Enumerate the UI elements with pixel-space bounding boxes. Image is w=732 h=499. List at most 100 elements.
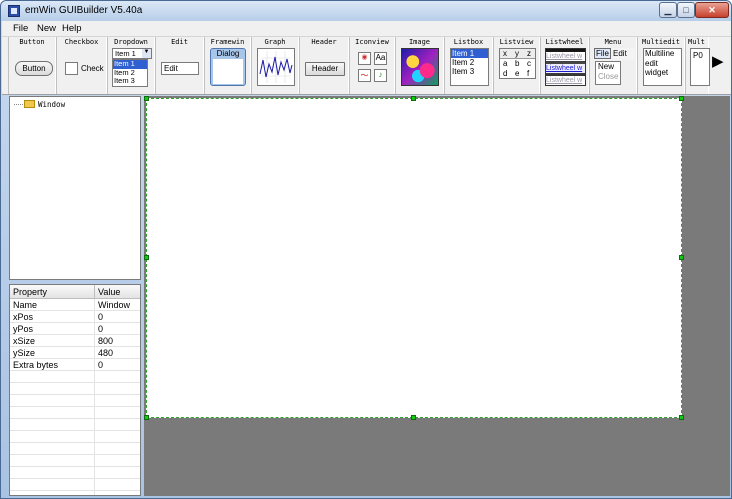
close-button[interactable]: ✕ [695, 2, 729, 18]
listbox-demo-item: Item 1 [451, 49, 488, 58]
property-row[interactable]: xSize 800 [10, 335, 140, 347]
property-row[interactable]: yPos 0 [10, 323, 140, 335]
tool-multiedit[interactable]: Multiedit Multiline edit widget [637, 37, 685, 94]
header-demo: Header [305, 62, 345, 76]
title-bar: emWin GUIBuilder V5.40a ▁ □ ✕ [1, 1, 731, 21]
property-row-empty [10, 443, 140, 455]
property-value[interactable]: 800 [98, 336, 113, 346]
tool-dropdown[interactable]: Dropdown Item 1 ▼ Item 1 Item 2 Item 3 [107, 37, 155, 94]
listview-demo-cell: f [527, 69, 530, 78]
menu-help[interactable]: Help [62, 23, 82, 34]
window-title: emWin GUIBuilder V5.40a [25, 5, 143, 16]
multiedit-demo: Multiline edit widget [643, 48, 682, 86]
tool-label-image: Image [408, 38, 431, 46]
browser-icon: ◉ [358, 52, 371, 65]
tool-listbox[interactable]: Listbox Item 1 Item 2 Item 3 [444, 37, 493, 94]
framewin-demo: Dialog [210, 48, 246, 86]
tool-edit[interactable]: Edit Edit [155, 37, 204, 94]
property-row-empty [10, 431, 140, 443]
multiedit-demo-line: widget [645, 68, 669, 77]
menu-new[interactable]: New [37, 23, 56, 34]
column-divider [94, 285, 95, 299]
resize-handle-top-right[interactable] [679, 96, 684, 101]
listview-demo-cell: c [527, 59, 531, 68]
minimize-button[interactable]: ▁ [659, 2, 677, 18]
property-row[interactable]: Name Window [10, 299, 140, 311]
menu-demo-top: Edit [613, 49, 627, 58]
tool-multipage[interactable]: Mult P0 [685, 37, 710, 94]
tool-menu[interactable]: Menu File Edit New Close [589, 37, 637, 94]
tool-graph[interactable]: Graph [251, 37, 299, 94]
listview-demo-cell: a [503, 59, 508, 68]
value-column-header[interactable]: Value [98, 287, 120, 297]
checkbox-demo-box [65, 62, 78, 75]
menu-demo-item: New [598, 62, 615, 71]
tool-label-header: Header [311, 38, 337, 46]
tool-iconview[interactable]: Iconview ◉ Aa 〜 ♪ [349, 37, 395, 94]
property-row-empty [10, 407, 140, 419]
listview-demo-cell: z [527, 49, 531, 58]
dropdown-demo-field: Item 1 ▼ [112, 48, 152, 59]
tool-header[interactable]: Header Header [299, 37, 349, 94]
listview-demo-cell: b [515, 59, 520, 68]
edit-demo: Edit [161, 62, 199, 75]
mult-demo: P0 [690, 48, 710, 86]
widget-toolbar: Button Button Checkbox Check Dropdown It… [2, 36, 731, 95]
property-row[interactable]: Extra bytes 0 [10, 359, 140, 371]
property-value[interactable]: 0 [98, 324, 103, 334]
tool-checkbox[interactable]: Checkbox Check [56, 37, 107, 94]
menu-demo-popup: New Close [595, 61, 621, 85]
resize-handle-top-left[interactable] [144, 96, 149, 101]
tool-label-graph: Graph [264, 38, 286, 46]
property-value[interactable]: 0 [98, 360, 103, 370]
resize-handle-bottom[interactable] [411, 415, 416, 420]
tool-framewin[interactable]: Framewin Dialog [204, 37, 251, 94]
tool-listwheel[interactable]: Listwheel Listwheel w Listwheel w Listwh… [540, 37, 589, 94]
scroll-right-icon[interactable]: ▶ [712, 52, 724, 70]
tool-label-checkbox: Checkbox [64, 38, 99, 46]
resize-handle-left[interactable] [144, 255, 149, 260]
resize-handle-bottom-right[interactable] [679, 415, 684, 420]
property-row-empty [10, 395, 140, 407]
tool-label-listbox: Listbox [453, 38, 484, 46]
property-column-header[interactable]: Property [13, 287, 47, 297]
multiedit-demo-line: Multiline [645, 49, 675, 58]
tool-listview[interactable]: Listview x y z a b c d e f [493, 37, 540, 94]
property-row-empty [10, 455, 140, 467]
resize-handle-right[interactable] [679, 255, 684, 260]
tool-label-multiedit: Multiedit [642, 38, 680, 46]
tool-image[interactable]: Image [395, 37, 444, 94]
tree-item-window[interactable]: Window [38, 100, 65, 109]
property-name: yPos [13, 324, 34, 334]
listview-demo-cell: x [503, 49, 507, 58]
listview-demo-cell: y [515, 49, 519, 58]
property-name: ySize [13, 348, 36, 358]
framewin-demo-title: Dialog [216, 49, 240, 58]
chevron-down-icon: ▼ [142, 49, 151, 58]
dropdown-demo-list: Item 1 Item 2 Item 3 [112, 59, 148, 87]
maximize-button[interactable]: □ [677, 2, 695, 18]
property-row[interactable]: xPos 0 [10, 311, 140, 323]
design-canvas-window[interactable] [146, 98, 682, 418]
tool-button[interactable]: Button Button [8, 37, 56, 94]
property-value[interactable]: Window [98, 300, 130, 310]
property-name: xSize [13, 336, 36, 346]
chart-icon: 〜 [358, 69, 371, 82]
property-row-empty [10, 371, 140, 383]
property-header: Property Value [10, 285, 140, 299]
property-value[interactable]: 480 [98, 348, 113, 358]
listbox-demo-item: Item 3 [452, 67, 475, 76]
tool-label-iconview: Iconview [355, 38, 389, 46]
property-value[interactable]: 0 [98, 312, 103, 322]
menu-demo-top: File [594, 48, 611, 59]
widget-tree: Window [9, 96, 141, 280]
tool-label-dropdown: Dropdown [114, 38, 148, 46]
resize-handle-top[interactable] [411, 96, 416, 101]
tool-label-framewin: Framewin [210, 38, 245, 46]
resize-handle-bottom-left[interactable] [144, 415, 149, 420]
tool-label-button: Button [19, 38, 45, 46]
property-row-empty [10, 383, 140, 395]
image-thumbnail [401, 48, 439, 86]
menu-file[interactable]: File [13, 23, 28, 34]
property-row[interactable]: ySize 480 [10, 347, 140, 359]
